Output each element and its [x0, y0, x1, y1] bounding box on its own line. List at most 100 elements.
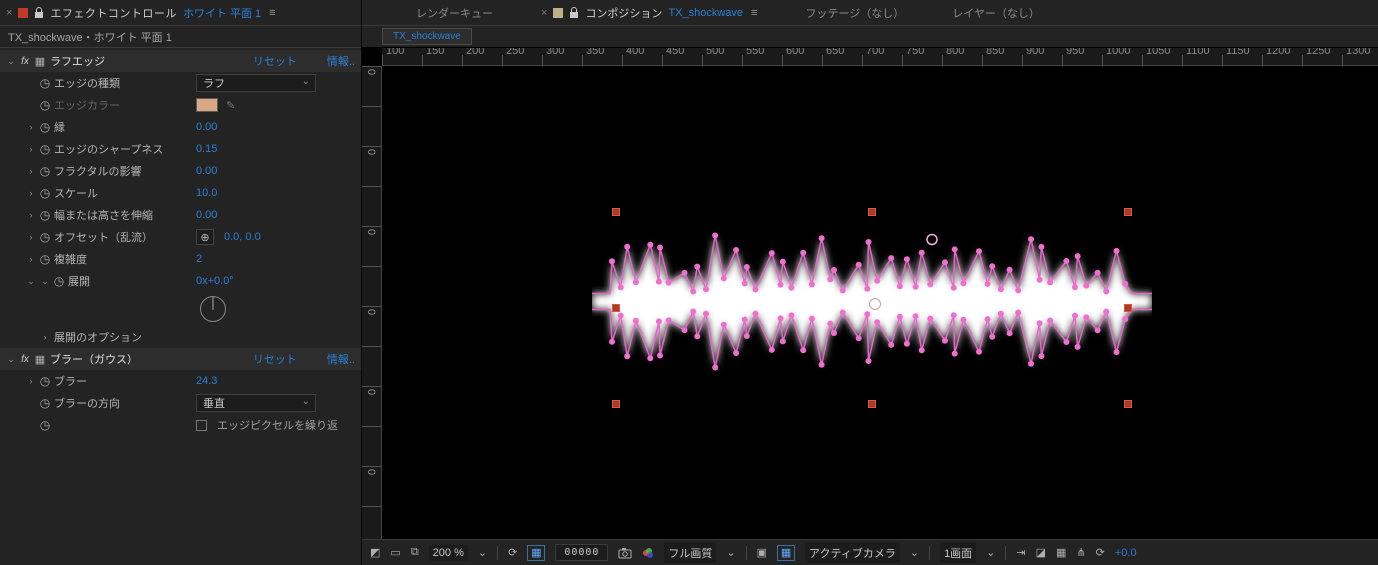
dropdown[interactable]: 垂直: [196, 394, 316, 412]
tab-composition[interactable]: × コンポジション TX_shockwave ≡: [517, 0, 781, 26]
timeline-icon[interactable]: ▦: [1056, 546, 1066, 559]
dropdown[interactable]: ラフ: [196, 74, 316, 92]
panel-menu-icon[interactable]: ≡: [269, 7, 275, 19]
always-preview-icon[interactable]: ◩: [370, 546, 380, 559]
twirl-icon[interactable]: ›: [24, 188, 38, 198]
tab-render-queue[interactable]: レンダーキュー: [392, 0, 517, 26]
reset-link[interactable]: リセット: [253, 53, 297, 69]
panel-layer-link[interactable]: ホワイト 平面 1: [183, 5, 261, 21]
comp-viewer[interactable]: 1001502002503003504004505005506006507007…: [362, 48, 1378, 539]
fast-preview-icon[interactable]: ⟳: [508, 546, 517, 559]
chevron-down-icon[interactable]: ⌄: [726, 546, 735, 559]
current-frame[interactable]: 00000: [555, 544, 608, 561]
exposure-reset-icon[interactable]: ⟳: [1096, 546, 1105, 559]
property-value[interactable]: 10.0: [196, 187, 236, 199]
tab-menu-icon[interactable]: ≡: [751, 7, 757, 19]
property-value[interactable]: 0.0, 0.0: [224, 231, 264, 243]
locate-icon[interactable]: ⊕: [196, 229, 214, 245]
stopwatch-icon[interactable]: ◷: [38, 374, 52, 388]
selection-handle[interactable]: [868, 400, 876, 408]
preset-icon[interactable]: ▦: [32, 353, 48, 366]
twirl-icon[interactable]: ›: [24, 376, 38, 386]
twirl-icon[interactable]: ⌄: [4, 354, 18, 365]
comp-name-link[interactable]: TX_shockwave: [668, 7, 743, 19]
stopwatch-icon[interactable]: ◷: [38, 76, 52, 90]
stopwatch-icon[interactable]: ◷: [38, 230, 52, 244]
transparency-grid-toggle[interactable]: ▦: [527, 545, 545, 561]
info-link[interactable]: 情報..: [327, 351, 355, 367]
property-value[interactable]: 24.3: [196, 375, 236, 387]
twirl-icon[interactable]: ›: [24, 166, 38, 176]
stopwatch-icon[interactable]: ◷: [38, 164, 52, 178]
stopwatch-icon[interactable]: ◷: [38, 98, 52, 112]
tab-close-icon[interactable]: ×: [541, 7, 547, 19]
chevron-down-icon[interactable]: ⌄: [478, 546, 487, 559]
selection-handle[interactable]: [1124, 400, 1132, 408]
selection-handle[interactable]: [612, 304, 620, 312]
info-link[interactable]: 情報..: [327, 53, 355, 69]
stopwatch-icon[interactable]: ◷: [38, 208, 52, 222]
roi-icon[interactable]: ▣: [757, 546, 767, 559]
angle-dial[interactable]: [200, 296, 226, 322]
close-icon[interactable]: ×: [6, 7, 12, 19]
twirl-icon[interactable]: ⌄: [38, 276, 52, 287]
selection-handle[interactable]: [612, 208, 620, 216]
ruler-vertical[interactable]: 000000: [362, 66, 382, 539]
guides-toggle[interactable]: ▦: [777, 545, 795, 561]
color-swatch[interactable]: [196, 98, 218, 112]
effect-header[interactable]: ⌄fx▦ブラー（ガウス）リセット情報..: [0, 348, 361, 370]
selection-handle[interactable]: [868, 208, 876, 216]
lock-icon[interactable]: [569, 7, 579, 19]
property-value[interactable]: 0.15: [196, 143, 236, 155]
twirl-icon[interactable]: ›: [24, 210, 38, 220]
property-value[interactable]: 0x+0.0°: [196, 275, 236, 287]
twirl-icon[interactable]: ›: [24, 144, 38, 154]
resolution-dropdown[interactable]: フル画質: [664, 543, 716, 563]
tab-layer[interactable]: レイヤー（なし）: [928, 0, 1064, 26]
stopwatch-icon[interactable]: ◷: [38, 186, 52, 200]
lock-icon[interactable]: [34, 7, 44, 19]
property-value[interactable]: 0.00: [196, 121, 236, 133]
stopwatch-icon[interactable]: ◷: [38, 252, 52, 266]
view-layout-dropdown[interactable]: 1画面: [940, 543, 976, 563]
property-value[interactable]: 0.00: [196, 209, 236, 221]
selection-handle[interactable]: [1124, 304, 1132, 312]
stopwatch-icon[interactable]: ◷: [52, 274, 66, 288]
twirl-icon[interactable]: ›: [24, 232, 38, 242]
selection-handle[interactable]: [612, 400, 620, 408]
show-channel-icon[interactable]: [642, 547, 654, 559]
ruler-horizontal[interactable]: 1001502002503003504004505005506006507007…: [382, 48, 1378, 66]
anchor-point-icon[interactable]: [867, 296, 883, 312]
chevron-down-icon[interactable]: ⌄: [986, 546, 995, 559]
twirl-icon[interactable]: ⌄: [4, 56, 18, 67]
selection-handle[interactable]: [1124, 208, 1132, 216]
stopwatch-icon[interactable]: ◷: [38, 120, 52, 134]
effect-header[interactable]: ⌄fx▦ラフエッジリセット情報..: [0, 50, 361, 72]
property-value[interactable]: 2: [196, 253, 236, 265]
twirl-icon[interactable]: ›: [24, 254, 38, 264]
zoom-dropdown[interactable]: 200 %: [429, 545, 468, 561]
stopwatch-icon[interactable]: ◷: [38, 142, 52, 156]
property-value[interactable]: 0.00: [196, 165, 236, 177]
twirl-icon[interactable]: ›: [38, 332, 52, 342]
pixel-aspect-icon[interactable]: ⇥: [1016, 546, 1025, 559]
tab-footage[interactable]: フッテージ（なし）: [781, 0, 928, 26]
fx-badge-icon[interactable]: fx: [18, 354, 32, 365]
chevron-down-icon[interactable]: ⌄: [910, 546, 919, 559]
fast-draft-icon[interactable]: ◪: [1036, 546, 1046, 559]
flowchart-icon[interactable]: ⋔: [1076, 546, 1085, 559]
stopwatch-icon[interactable]: ◷: [38, 396, 52, 410]
stopwatch-icon[interactable]: ◷: [38, 418, 52, 432]
monitor-icon[interactable]: ▭: [390, 546, 400, 559]
eyedropper-icon[interactable]: ✎: [226, 99, 246, 112]
camera-dropdown[interactable]: アクティブカメラ: [805, 543, 900, 563]
checkbox[interactable]: [196, 420, 207, 431]
layer-color-swatch[interactable]: [18, 8, 28, 18]
twirl-icon[interactable]: ›: [24, 122, 38, 132]
preset-icon[interactable]: ▦: [32, 55, 48, 68]
exposure-value[interactable]: +0.0: [1115, 547, 1137, 559]
snapshot-icon[interactable]: [618, 547, 632, 559]
vr-icon[interactable]: ⧉: [411, 546, 419, 559]
fx-badge-icon[interactable]: fx: [18, 56, 32, 67]
comp-subtab[interactable]: TX_shockwave: [382, 28, 472, 45]
